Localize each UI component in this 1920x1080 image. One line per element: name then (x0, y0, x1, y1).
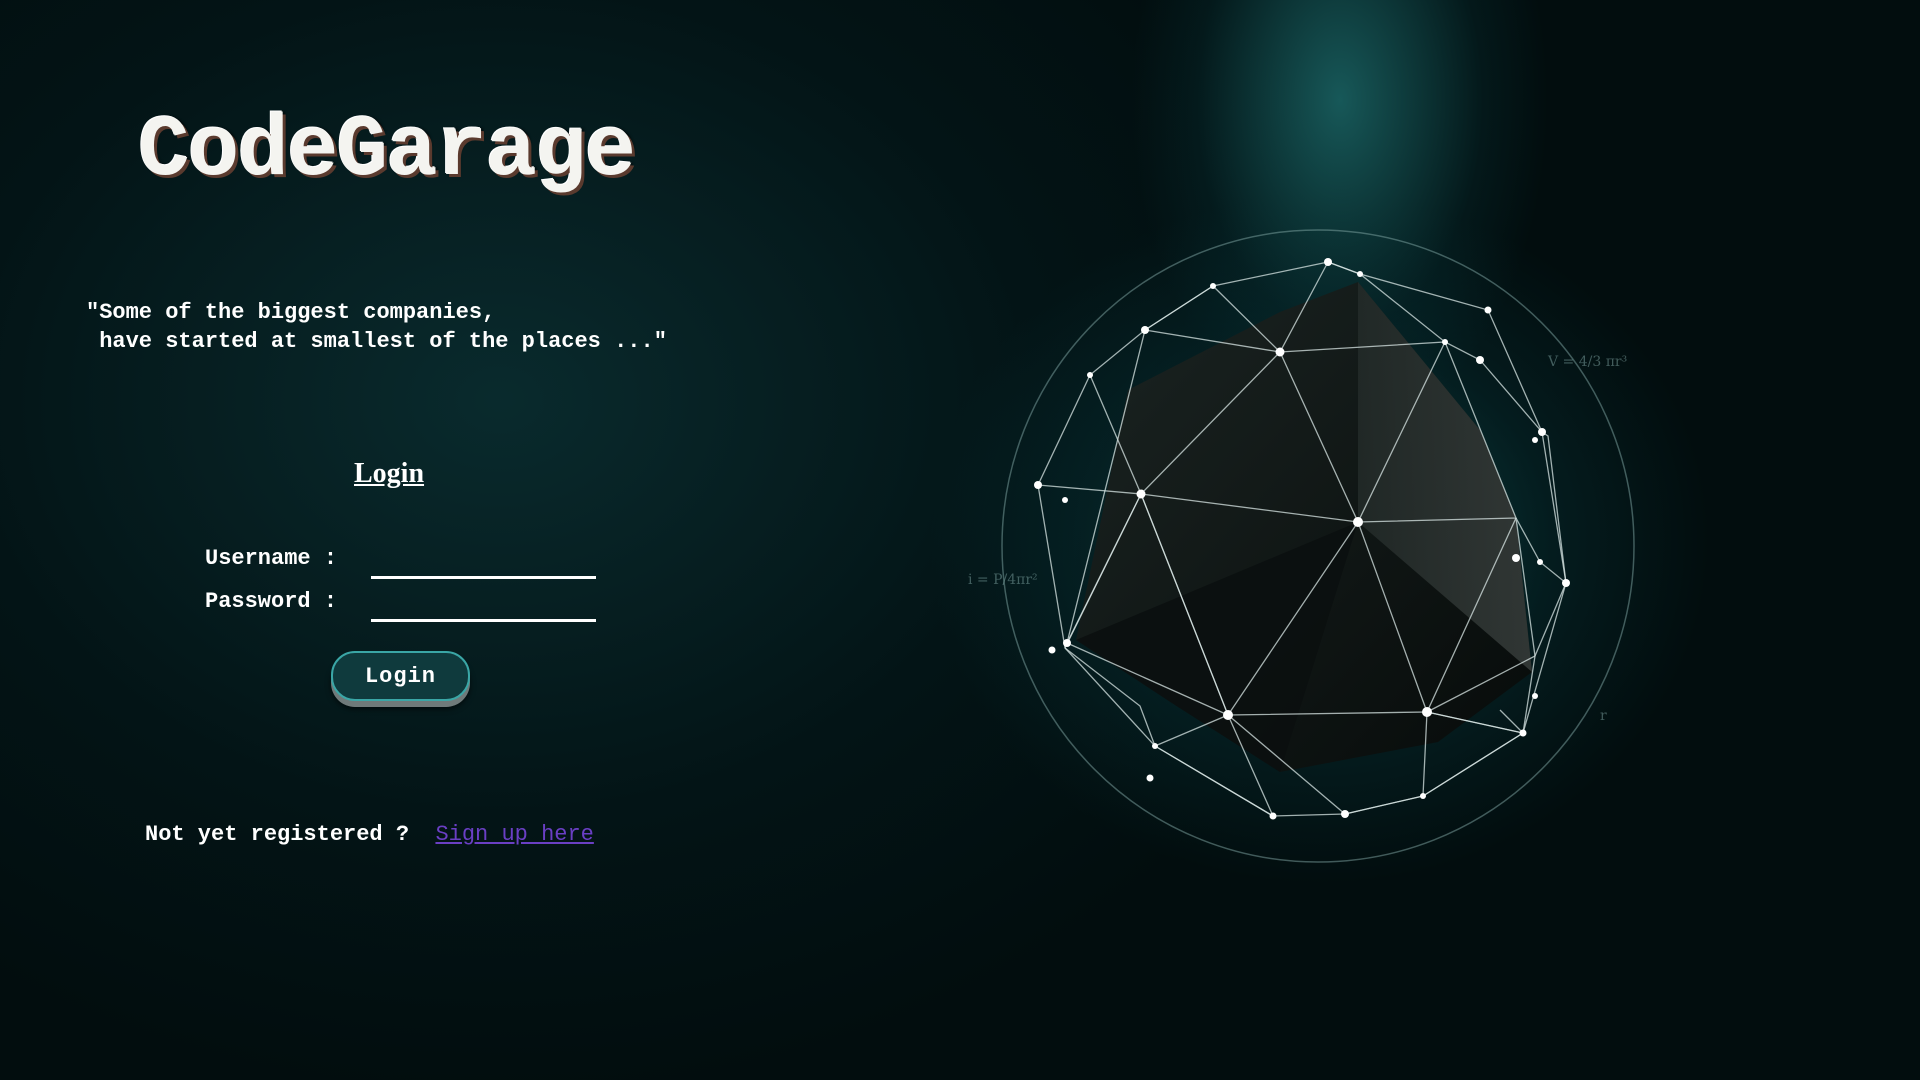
logo: CodeGarage (138, 102, 636, 200)
tagline-quote: "Some of the biggest companies, have sta… (86, 300, 667, 354)
password-label: Password : (205, 589, 338, 614)
svg-text:r: r (1600, 708, 1607, 724)
login-heading: Login (354, 458, 425, 489)
svg-text:V = 4/3 πr³: V = 4/3 πr³ (1547, 354, 1627, 370)
polyhedron-illustration: V = 4/3 πr³ i = P/4πr² r (968, 229, 1635, 863)
username-label: Username : (205, 546, 338, 571)
signup-row: Not yet registered ? Sign up here (145, 822, 594, 847)
svg-text:i = P/4πr²: i = P/4πr² (968, 572, 1038, 588)
username-input[interactable] (371, 550, 596, 579)
login-button[interactable]: Login (331, 651, 470, 701)
signup-link[interactable]: Sign up here (435, 822, 593, 847)
signup-prompt: Not yet registered ? (145, 822, 410, 847)
password-input[interactable] (371, 593, 596, 622)
